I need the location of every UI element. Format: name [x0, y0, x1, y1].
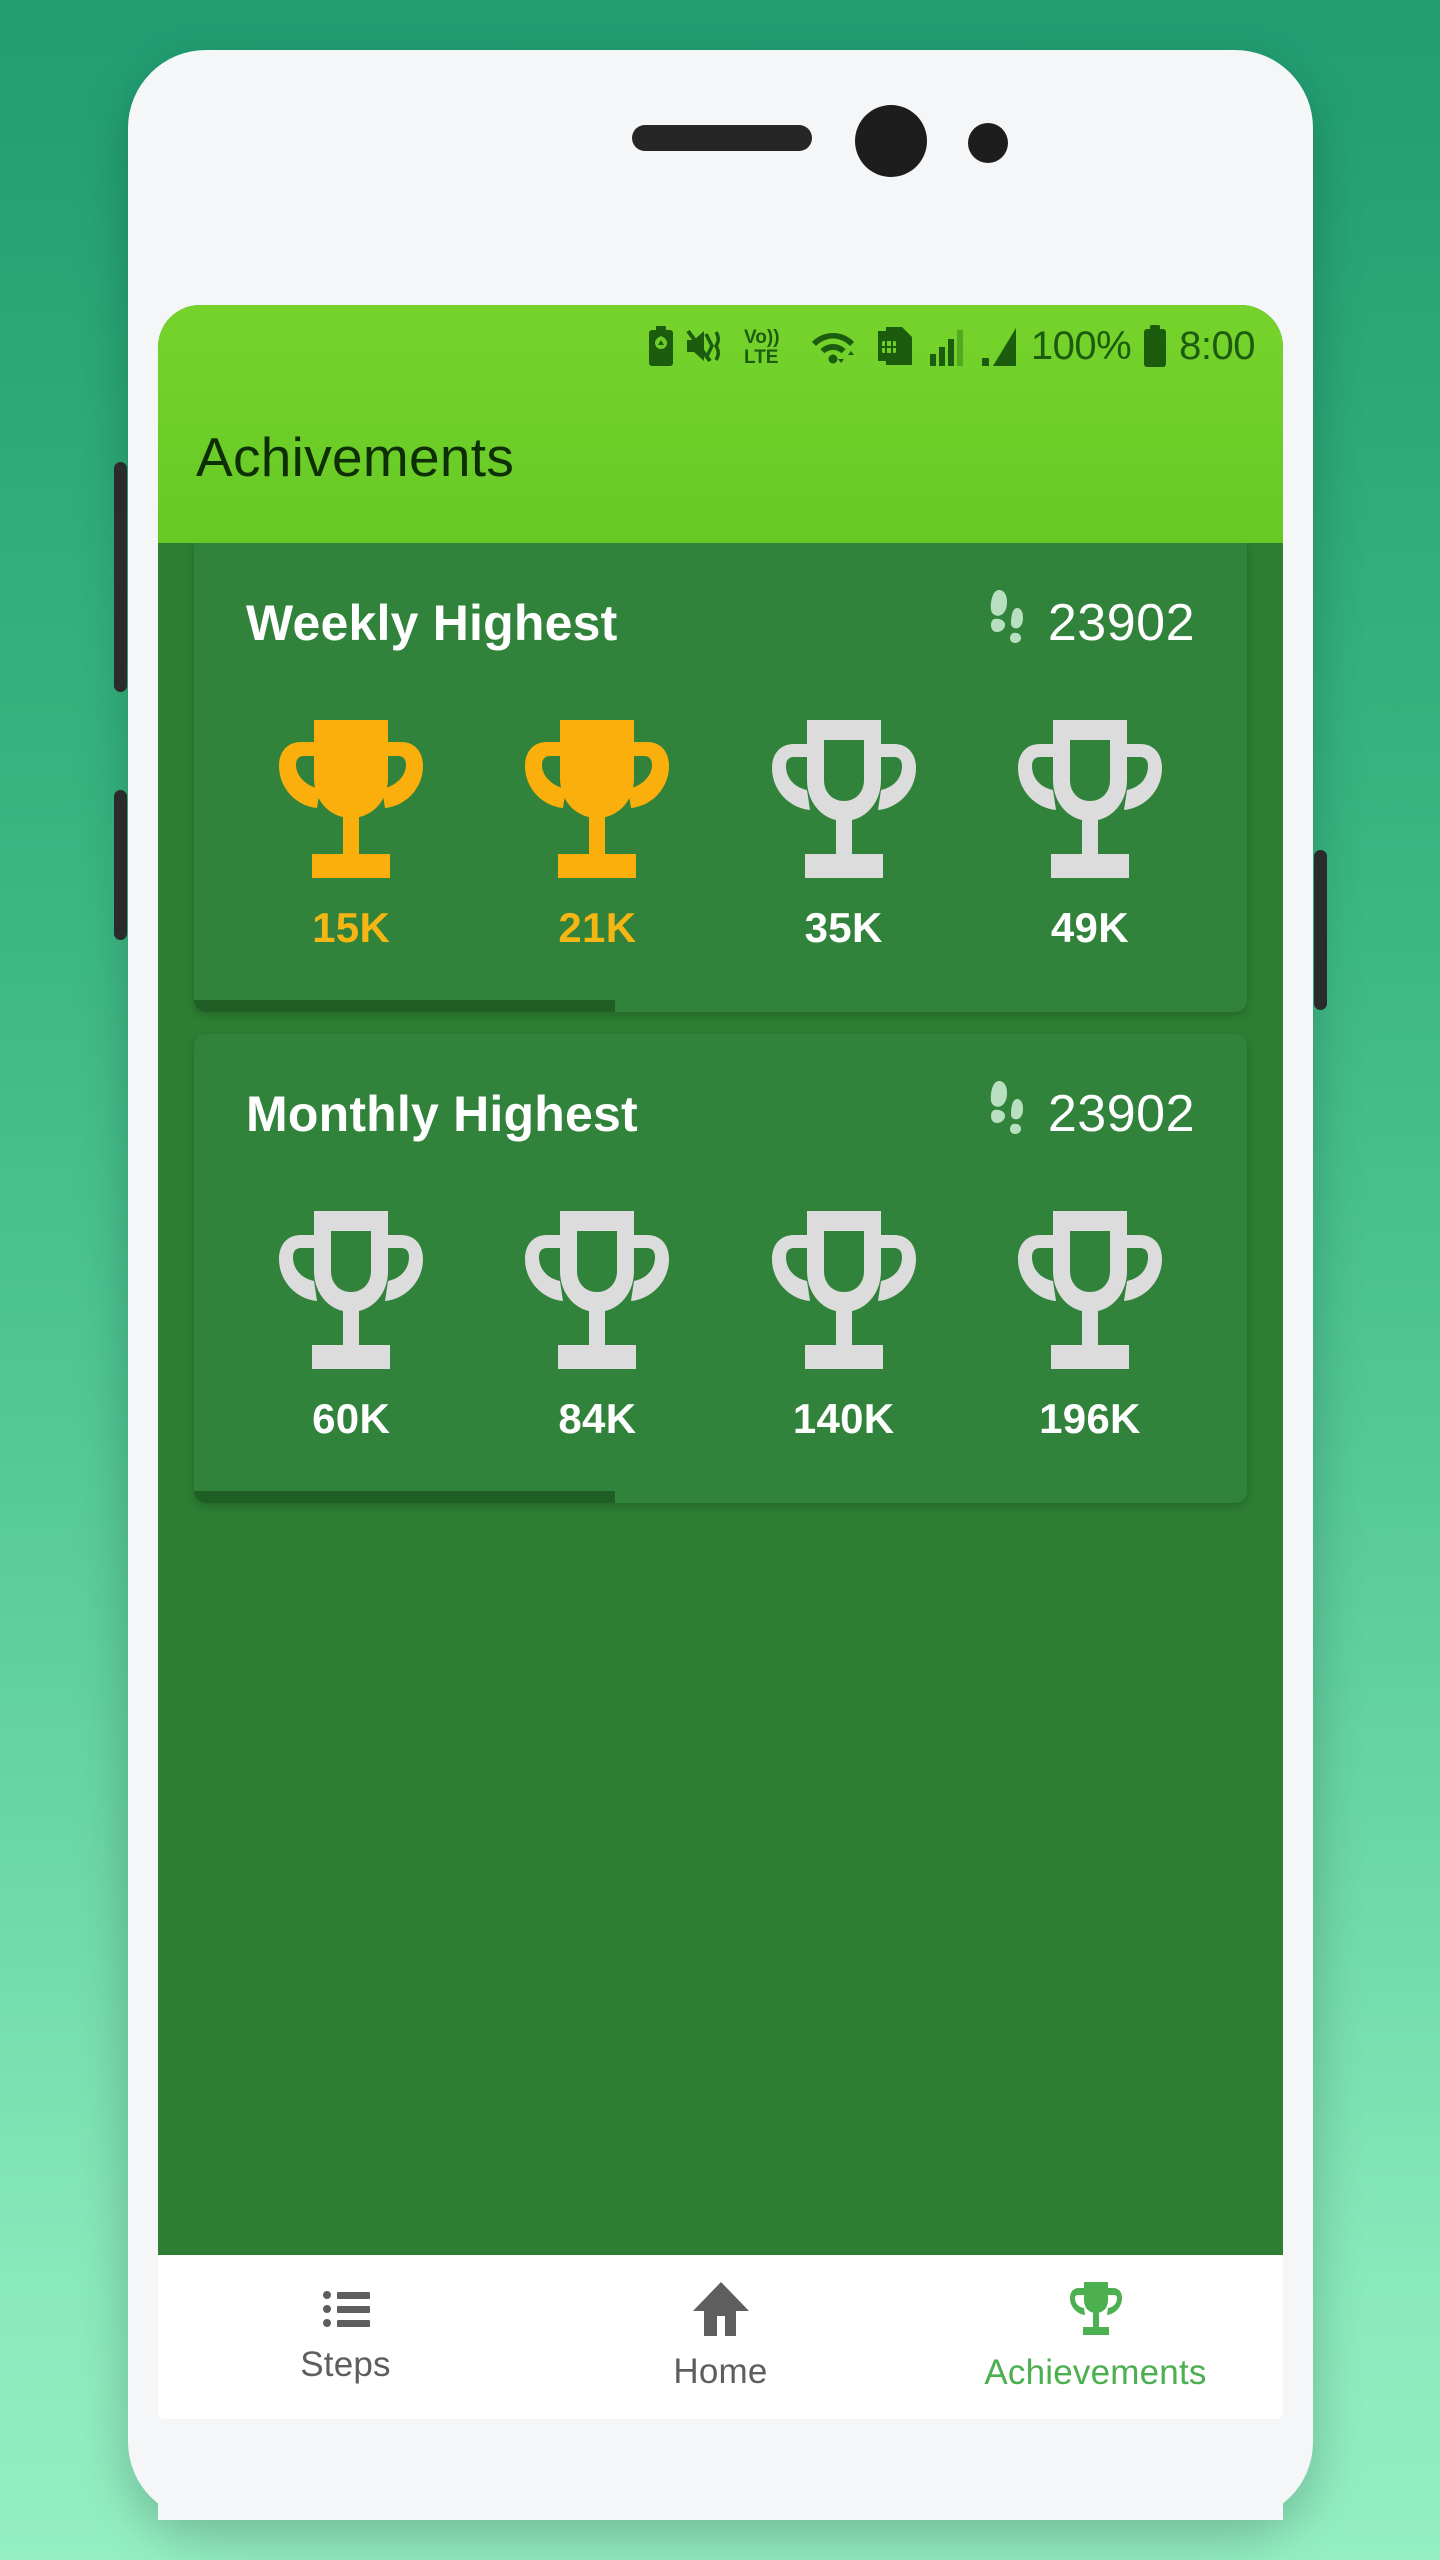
card-title: Weekly Highest: [246, 594, 618, 651]
trophy-item[interactable]: 140K: [744, 1207, 944, 1443]
front-camera: [855, 105, 927, 177]
app-bar: Vo)) LTE 100% 8:00 Achivements: [158, 305, 1283, 543]
trophy-label: 35K: [804, 904, 883, 951]
trophy-row: 15K 21K 35K 49K: [194, 658, 1247, 952]
volume-down-button[interactable]: [114, 790, 127, 940]
trophy-label: 21K: [558, 904, 637, 951]
monthly-highest-card[interactable]: Monthly Highest 23902 60K 84K 140K 196K: [194, 1034, 1247, 1503]
signal-bars-icon: [929, 326, 969, 366]
volume-up-button[interactable]: [114, 462, 127, 692]
scrollbar-thumb[interactable]: [194, 1000, 616, 1012]
scrollbar-thumb[interactable]: [194, 1491, 616, 1503]
steps-summary: 23902: [986, 1078, 1195, 1149]
footprints-icon: [986, 587, 1030, 658]
steps-count-label: 23902: [1047, 1084, 1195, 1143]
proximity-sensor: [968, 123, 1008, 163]
steps-count-label: 23902: [1047, 593, 1195, 652]
signal-triangle-icon: [980, 326, 1020, 366]
power-button[interactable]: [1314, 850, 1327, 1010]
phone-frame: Vo)) LTE 100% 8:00 Achivements Weekly Hi…: [114, 50, 1327, 2520]
desktop-backdrop: Vo)) LTE 100% 8:00 Achivements Weekly Hi…: [0, 0, 1440, 2560]
list-icon: [322, 2289, 370, 2329]
card-header: Weekly Highest 23902: [194, 543, 1247, 658]
nav-item-label: Steps: [300, 2345, 391, 2384]
trophy-row: 60K 84K 140K 196K: [194, 1149, 1247, 1443]
trophy-label: 196K: [1039, 1395, 1141, 1442]
trophy-label: 49K: [1050, 904, 1129, 951]
battery-saver-icon: [648, 326, 674, 366]
trophy-item[interactable]: 49K: [990, 716, 1190, 952]
weekly-highest-card[interactable]: Weekly Highest 23902 15K 21K 35K 49K: [194, 543, 1247, 1012]
svg-text:Vo)): Vo)): [744, 327, 780, 348]
card-header: Monthly Highest 23902: [194, 1034, 1247, 1149]
trophy-item[interactable]: 21K: [497, 716, 697, 952]
card-horizontal-scrollbar[interactable]: [194, 1491, 1247, 1503]
trophy-item[interactable]: 196K: [990, 1207, 1190, 1443]
trophy-label: 60K: [312, 1395, 391, 1442]
footprints-icon: [986, 1078, 1030, 1149]
trophy-item[interactable]: 15K: [251, 716, 451, 952]
trophy-label: 15K: [312, 904, 391, 951]
nav-item-steps[interactable]: Steps: [158, 2289, 533, 2385]
nav-item-label: Home: [673, 2352, 768, 2391]
trophy-label: 140K: [792, 1395, 895, 1442]
clock-label: 8:00: [1179, 324, 1255, 368]
card-title: Monthly Highest: [246, 1085, 638, 1142]
trophy-icon: [770, 1207, 918, 1375]
nav-item-achievements[interactable]: Achievements: [908, 2281, 1283, 2393]
wifi-icon: [811, 325, 863, 367]
page-title: Achivements: [196, 426, 515, 488]
volume-mute-vibrate-icon: [685, 326, 731, 366]
trophy-icon: [277, 716, 425, 884]
nav-item-label: Achievements: [984, 2353, 1207, 2392]
trophy-icon: [770, 716, 918, 884]
trophy-item[interactable]: 35K: [744, 716, 944, 952]
steps-summary: 23902: [986, 587, 1195, 658]
trophy-icon: [277, 1207, 425, 1375]
svg-text:LTE: LTE: [744, 347, 778, 368]
bottom-navigation: Steps Home Achievements: [158, 2255, 1283, 2419]
trophy-label: 84K: [558, 1395, 637, 1442]
speaker-grille: [632, 125, 812, 151]
trophy-icon: [1069, 2281, 1122, 2337]
trophy-icon: [1016, 1207, 1164, 1375]
nav-item-home[interactable]: Home: [533, 2282, 908, 2392]
volte-icon: Vo)) LTE: [742, 324, 800, 368]
sim-card-icon: [874, 325, 918, 367]
achievements-content: Weekly Highest 23902 15K 21K 35K 49K Mon…: [158, 543, 1283, 2355]
trophy-item[interactable]: 60K: [251, 1207, 451, 1443]
phone-screen: Vo)) LTE 100% 8:00 Achivements Weekly Hi…: [158, 305, 1283, 2355]
trophy-icon: [523, 1207, 671, 1375]
trophy-icon: [523, 716, 671, 884]
card-horizontal-scrollbar[interactable]: [194, 1000, 1247, 1012]
trophy-item[interactable]: 84K: [497, 1207, 697, 1443]
battery-percent-label: 100%: [1030, 324, 1132, 368]
phone-chin: [158, 2419, 1283, 2520]
home-icon: [692, 2282, 749, 2336]
status-bar: Vo)) LTE 100% 8:00: [158, 305, 1283, 377]
battery-full-icon: [1142, 325, 1168, 367]
trophy-icon: [1016, 716, 1164, 884]
